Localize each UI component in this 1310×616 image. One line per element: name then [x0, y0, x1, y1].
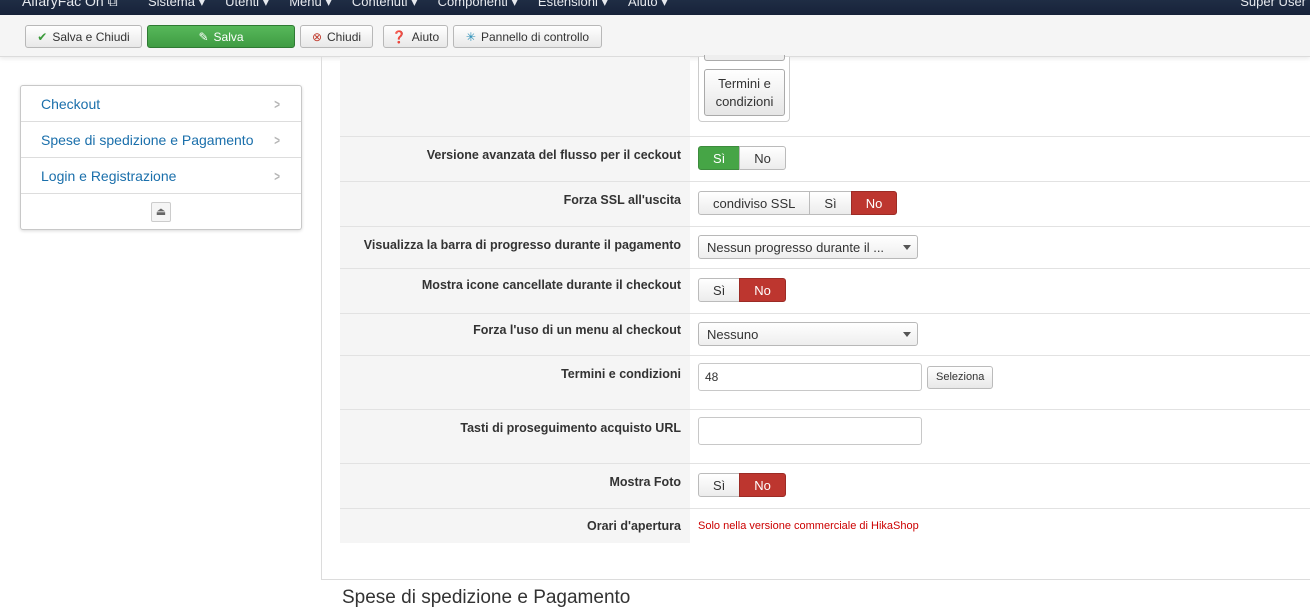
force-ssl-toggle: condiviso SSL Sì No	[698, 191, 898, 215]
field-label: Mostra Foto	[609, 475, 681, 489]
terms-article-field[interactable]: 48	[698, 363, 922, 391]
row-force-ssl: Forza SSL all'uscita condiviso SSL Sì No	[340, 182, 1310, 227]
control-panel-label: Pannello di controllo	[480, 29, 590, 44]
row-continue-url: Tasti di proseguimento acquisto URL	[340, 410, 1310, 464]
close-circle-icon: ⊗	[311, 29, 323, 44]
menu-sistema[interactable]: Sistema ▾	[148, 0, 205, 10]
close-label: Chiudi	[327, 29, 362, 44]
field-label: Forza SSL all'uscita	[563, 193, 681, 207]
checkout-step-button-partial[interactable]	[704, 55, 785, 61]
eject-icon: ⏏	[155, 206, 167, 218]
advanced-flow-no[interactable]: No	[739, 146, 786, 170]
show-photo-yes[interactable]: Sì	[698, 473, 741, 497]
field-label: Tasti di proseguimento acquisto URL	[460, 421, 681, 435]
menu-aiuto[interactable]: Aiuto ▾	[628, 0, 668, 10]
question-circle-icon: ❓	[391, 29, 407, 44]
dropdown-arrow-icon	[903, 245, 911, 250]
site-brand-link[interactable]: AlfaryFac On ⧉	[22, 0, 118, 10]
cancel-icons-toggle: Sì No	[698, 278, 786, 302]
chevron-right-icon: >	[274, 167, 280, 184]
dropdown-arrow-icon	[903, 332, 911, 337]
row-force-menu: Forza l'uso di un menu al checkout Nessu…	[340, 314, 1310, 356]
row-terms: Termini e condizioni 48 Seleziona	[340, 356, 1310, 410]
section-legend: Spese di spedizione e Pagamento	[342, 587, 635, 609]
chevron-right-icon: >	[274, 131, 280, 148]
advanced-flow-toggle: Sì No	[698, 146, 786, 170]
edit-icon: ✎	[198, 29, 209, 44]
field-label: Termini e condizioni	[561, 367, 681, 381]
check-icon: ✔	[37, 29, 48, 44]
force-ssl-shared[interactable]: condiviso SSL	[698, 191, 811, 215]
progress-bar-select[interactable]: Nessun progresso durante il ...	[698, 235, 918, 259]
menu-menu[interactable]: Menu ▾	[289, 0, 332, 10]
sidebar-item-label: Login e Registrazione	[41, 167, 177, 184]
save-label: Salva	[213, 29, 244, 44]
show-photo-no[interactable]: No	[739, 473, 786, 497]
save-close-label: Salva e Chiudi	[52, 29, 130, 44]
checkout-steps-box: Termini e condizioni	[698, 55, 790, 122]
close-button[interactable]: ⊗ Chiudi	[300, 25, 373, 48]
main-menu: Sistema ▾ Utenti ▾ Menu ▾ Contenuti ▾ Co…	[148, 0, 688, 10]
user-menu[interactable]: Super User	[1240, 0, 1306, 9]
sidebar-footer: ⏏	[21, 194, 301, 229]
commercial-version-note: Solo nella versione commerciale di HikaS…	[698, 520, 919, 532]
menu-estensioni[interactable]: Estensioni ▾	[538, 0, 608, 10]
row-progress-bar: Visualizza la barra di progresso durante…	[340, 227, 1310, 269]
continue-url-field[interactable]	[698, 417, 922, 445]
sidebar-item-shipping-payment[interactable]: Spese di spedizione e Pagamento >	[21, 122, 301, 158]
cancel-icons-yes[interactable]: Sì	[698, 278, 741, 302]
top-navbar: AlfaryFac On ⧉ Sistema ▾ Utenti ▾ Menu ▾…	[0, 0, 1310, 15]
row-cancel-icons: Mostra icone cancellate durante il check…	[340, 269, 1310, 314]
config-sidebar: Checkout > Spese di spedizione e Pagamen…	[20, 85, 302, 230]
save-close-button[interactable]: ✔ Salva e Chiudi	[25, 25, 142, 48]
row-show-photo: Mostra Foto Sì No	[340, 464, 1310, 509]
save-button[interactable]: ✎ Salva	[147, 25, 295, 48]
toolbar: ✔ Salva e Chiudi ✎ Salva ⊗ Chiudi ❓ Aiut…	[0, 15, 1310, 57]
collapse-sidebar-button[interactable]: ⏏	[151, 201, 171, 222]
row-opening-hours: Orari d'apertura Solo nella versione com…	[340, 509, 1310, 543]
chevron-right-icon: >	[274, 95, 280, 112]
sidebar-item-checkout[interactable]: Checkout >	[21, 86, 301, 122]
select-value: Nessuno	[707, 326, 759, 342]
force-ssl-yes[interactable]: Sì	[809, 191, 852, 215]
field-label: Mostra icone cancellate durante il check…	[421, 278, 681, 292]
field-label: Forza l'uso di un menu al checkout	[473, 323, 681, 337]
sidebar-item-label: Spese di spedizione e Pagamento	[41, 131, 254, 148]
cancel-icons-no[interactable]: No	[739, 278, 786, 302]
field-label: Visualizza la barra di progresso durante…	[363, 238, 681, 252]
menu-utenti[interactable]: Utenti ▾	[225, 0, 269, 10]
terms-step-button[interactable]: Termini e condizioni	[704, 69, 785, 116]
force-menu-select[interactable]: Nessuno	[698, 322, 918, 346]
sidebar-item-login-registration[interactable]: Login e Registrazione >	[21, 158, 301, 194]
select-article-button[interactable]: Seleziona	[927, 365, 994, 389]
help-label: Aiuto	[411, 29, 440, 44]
show-photo-toggle: Sì No	[698, 473, 786, 497]
asterisk-icon: ✳	[465, 29, 476, 44]
menu-contenuti[interactable]: Contenuti ▾	[352, 0, 418, 10]
help-button[interactable]: ❓ Aiuto	[383, 25, 448, 48]
advanced-flow-yes[interactable]: Sì	[698, 146, 741, 170]
content-divider	[321, 57, 322, 580]
select-value: Nessun progresso durante il ...	[707, 239, 885, 255]
control-panel-button[interactable]: ✳ Pannello di controllo	[453, 25, 602, 48]
row-advanced-flow: Versione avanzata del flusso per il ceck…	[340, 136, 1310, 182]
force-ssl-no[interactable]: No	[850, 191, 898, 215]
field-label: Orari d'apertura	[587, 519, 681, 533]
menu-componenti[interactable]: Componenti ▾	[438, 0, 518, 10]
field-label: Versione avanzata del flusso per il ceck…	[426, 148, 681, 162]
sidebar-item-label: Checkout	[41, 95, 101, 112]
section-divider	[321, 579, 1310, 580]
